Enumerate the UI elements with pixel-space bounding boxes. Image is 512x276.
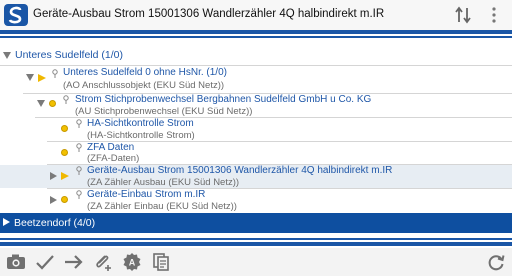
sort-arrows-icon[interactable] <box>455 5 471 25</box>
page-title: Geräte-Ausbau Strom 15001306 Wandlerzähl… <box>33 8 385 20</box>
tree-node-title: Unteres Sudelfeld 0 ohne HsNr. (1/0) <box>63 67 227 78</box>
camera-icon[interactable] <box>6 252 26 272</box>
header-divider <box>0 30 512 34</box>
tree-node-title: Geräte-Einbau Strom m.IR <box>87 189 206 200</box>
tree-node-row[interactable]: Strom Stichprobenwechsel Bergbahnen Sude… <box>0 94 512 117</box>
title-bar: Geräte-Ausbau Strom 15001306 Wandlerzähl… <box>0 0 512 30</box>
tree-node-subtitle: (ZA Zähler Einbau (EKU Süd Netz)) <box>87 201 237 212</box>
tree-node-title: Strom Stichprobenwechsel Bergbahnen Sude… <box>75 94 372 105</box>
location-pin-icon <box>76 190 82 199</box>
location-pin-icon <box>63 95 69 104</box>
status-dot-icon <box>61 125 68 132</box>
app-window: Geräte-Ausbau Strom 15001306 Wandlerzähl… <box>0 0 512 276</box>
toolbar-divider <box>0 242 512 246</box>
tree-node-subtitle: (ZA Zähler Ausbau (EKU Süd Netz)) <box>87 177 240 188</box>
tree-node-title: Geräte-Ausbau Strom 15001306 Wandlerzähl… <box>87 165 393 176</box>
tree-group-row[interactable]: Beetzendorf (4/0) <box>0 213 512 233</box>
tree-root-label: Unteres Sudelfeld (1/0) <box>15 49 123 61</box>
bottom-toolbar: A <box>0 248 512 276</box>
more-vert-icon[interactable] <box>489 6 499 24</box>
status-dot-icon <box>61 196 68 203</box>
tree-node-title: ZFA Daten <box>87 142 135 153</box>
expand-right-icon[interactable] <box>50 172 57 180</box>
location-pin-icon <box>76 166 82 175</box>
check-icon[interactable] <box>35 252 55 272</box>
location-pin-icon <box>52 69 58 78</box>
tree-node-subtitle: (ZFA-Daten) <box>87 153 140 164</box>
auto-badge-icon[interactable]: A <box>122 252 142 272</box>
tree-node-subtitle: (HA-Sichtkontrolle Strom) <box>87 130 195 141</box>
svg-text:A: A <box>129 258 136 268</box>
expand-down-icon[interactable] <box>3 52 11 59</box>
tree-node-row[interactable]: Unteres Sudelfeld 0 ohne HsNr. (1/0) (AO… <box>0 66 512 93</box>
location-pin-icon <box>76 119 82 128</box>
tree-node-row[interactable]: Geräte-Einbau Strom m.IR (ZA Zähler Einb… <box>0 189 512 212</box>
status-dot-icon <box>49 100 56 107</box>
tree-node-subtitle: (AU Stichprobenwechsel (EKU Süd Netz)) <box>75 106 253 117</box>
toolbar-divider-thin <box>0 238 512 240</box>
expand-down-icon[interactable] <box>26 74 34 81</box>
tree-node-row-selected[interactable]: Geräte-Ausbau Strom 15001306 Wandlerzähl… <box>0 165 512 188</box>
location-pin-icon <box>76 143 82 152</box>
status-triangle-icon <box>38 74 46 82</box>
attach-add-icon[interactable] <box>93 252 113 272</box>
expand-right-icon[interactable] <box>3 218 10 226</box>
tree-node-row[interactable]: ZFA Daten (ZFA-Daten) <box>0 142 512 164</box>
status-triangle-icon <box>61 172 69 180</box>
tree-node-title: HA-Sichtkontrolle Strom <box>87 118 194 129</box>
refresh-icon[interactable] <box>486 252 506 272</box>
tree-group-label: Beetzendorf (4/0) <box>14 217 96 229</box>
expand-down-icon[interactable] <box>37 100 45 107</box>
copy-icon[interactable] <box>151 252 171 272</box>
arrow-right-icon[interactable] <box>64 252 84 272</box>
tree-root-row[interactable]: Unteres Sudelfeld (1/0) <box>0 45 512 65</box>
tree-node-row[interactable]: HA-Sichtkontrolle Strom (HA-Sichtkontrol… <box>0 118 512 141</box>
expand-right-icon[interactable] <box>50 196 57 204</box>
app-logo-icon[interactable] <box>3 3 29 27</box>
tree-node-subtitle: (AO Anschlussobjekt (EKU Süd Netz)) <box>63 80 225 91</box>
status-dot-icon <box>61 149 68 156</box>
header-divider-thin <box>0 36 512 38</box>
